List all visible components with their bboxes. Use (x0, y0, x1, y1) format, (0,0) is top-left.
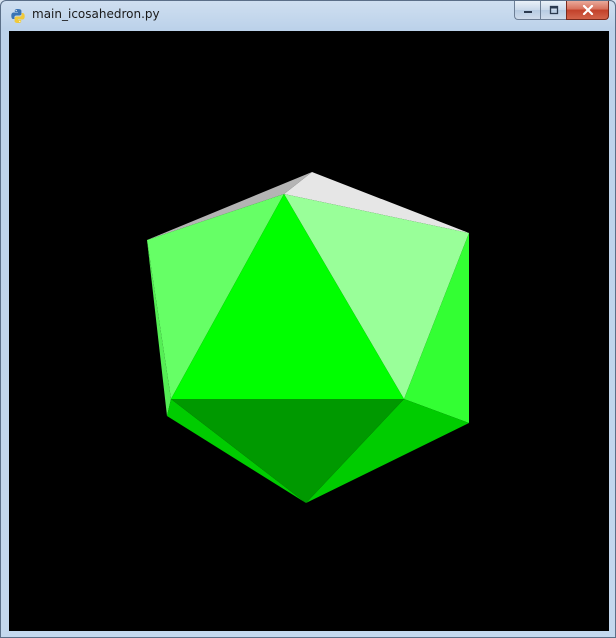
app-window: main_icosahedron.py (0, 0, 616, 638)
window-title: main_icosahedron.py (32, 7, 160, 21)
minimize-button[interactable] (514, 1, 540, 20)
close-button[interactable] (566, 1, 609, 20)
icosahedron-render (147, 172, 469, 503)
minimize-icon (523, 11, 532, 13)
maximize-icon (549, 5, 558, 15)
close-icon (582, 5, 593, 15)
render-canvas[interactable] (9, 31, 609, 631)
caption-buttons (514, 1, 609, 21)
title-bar[interactable]: main_icosahedron.py (1, 1, 615, 30)
maximize-button[interactable] (540, 1, 566, 20)
python-icon[interactable] (10, 8, 26, 24)
